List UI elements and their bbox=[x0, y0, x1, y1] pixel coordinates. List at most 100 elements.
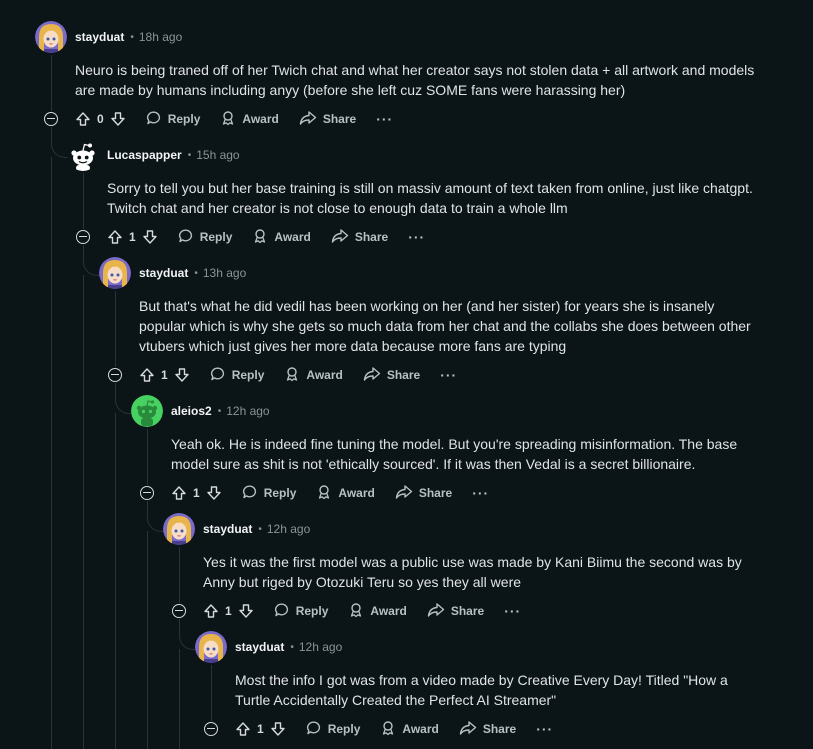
reply-icon bbox=[146, 110, 168, 129]
username[interactable]: stayduat bbox=[235, 640, 284, 654]
more-options-button[interactable]: ··· bbox=[472, 485, 489, 501]
vote-group: 0 bbox=[75, 111, 126, 127]
reddit-snoo-avatar[interactable] bbox=[67, 139, 99, 171]
share-button[interactable]: Share bbox=[331, 228, 388, 247]
collapse-thread-button[interactable] bbox=[44, 112, 58, 126]
upvote-icon[interactable] bbox=[139, 367, 155, 383]
more-options-button[interactable]: ··· bbox=[504, 603, 521, 619]
reply-button[interactable]: Reply bbox=[146, 110, 201, 129]
anime-avatar[interactable] bbox=[195, 631, 227, 663]
anime-avatar[interactable] bbox=[35, 21, 67, 53]
reply-label: Reply bbox=[167, 112, 201, 126]
upvote-icon[interactable] bbox=[235, 721, 251, 737]
upvote-icon[interactable] bbox=[203, 603, 219, 619]
share-label: Share bbox=[386, 368, 421, 382]
comment-meta: stayduat • 12h ago bbox=[235, 637, 342, 657]
collapse-thread-button[interactable] bbox=[108, 368, 122, 382]
collapse-thread-button[interactable] bbox=[204, 722, 218, 736]
downvote-icon[interactable] bbox=[174, 367, 190, 383]
collapse-thread-button[interactable] bbox=[172, 604, 186, 618]
collapse-thread-button[interactable] bbox=[76, 230, 90, 244]
vote-count: 1 bbox=[193, 486, 200, 500]
share-button[interactable]: Share bbox=[427, 602, 484, 621]
share-button[interactable]: Share bbox=[395, 484, 452, 503]
comment-actions: 1 Reply Award Share ··· bbox=[107, 225, 425, 249]
reply-button[interactable]: Reply bbox=[242, 484, 296, 503]
thread-connector bbox=[83, 173, 84, 229]
vote-group: 1 bbox=[203, 603, 254, 619]
downvote-icon[interactable] bbox=[238, 603, 254, 619]
downvote-icon[interactable] bbox=[270, 721, 286, 737]
comment-line: Twitch chat and her creator is not close… bbox=[107, 200, 568, 216]
more-options-button[interactable]: ··· bbox=[536, 721, 553, 737]
award-button[interactable]: Award bbox=[316, 484, 375, 503]
thread-curve bbox=[147, 511, 164, 532]
more-options-button[interactable]: ··· bbox=[440, 367, 457, 383]
thread-curve bbox=[51, 137, 68, 158]
separator-dot: • bbox=[258, 523, 262, 535]
username[interactable]: aleios2 bbox=[171, 404, 212, 418]
award-button[interactable]: Award bbox=[348, 602, 407, 621]
comment-body: But that's what he did vedil has been wo… bbox=[139, 296, 751, 356]
vote-count: 1 bbox=[161, 368, 168, 382]
comment-meta: Lucaspapper • 15h ago bbox=[107, 145, 240, 165]
award-label: Award bbox=[402, 722, 439, 736]
thread-connector bbox=[211, 665, 212, 721]
thread-curve bbox=[179, 629, 196, 650]
downvote-icon[interactable] bbox=[142, 229, 158, 245]
comment-body: Most the info I got was from a video mad… bbox=[235, 670, 728, 710]
upvote-icon[interactable] bbox=[171, 485, 187, 501]
award-icon bbox=[348, 602, 370, 621]
ancestor-thread-line bbox=[147, 531, 148, 749]
separator-dot: • bbox=[290, 641, 294, 653]
timestamp[interactable]: 12h ago bbox=[226, 404, 269, 418]
more-options-button[interactable]: ··· bbox=[376, 111, 393, 127]
comment-body: Yes it was the first model was a public … bbox=[203, 552, 742, 592]
timestamp[interactable]: 15h ago bbox=[196, 148, 239, 162]
comment-line: Anny but riged by Otozuki Teru so yes th… bbox=[203, 574, 522, 590]
vote-count: 1 bbox=[225, 604, 232, 618]
reply-button[interactable]: Reply bbox=[210, 366, 265, 385]
share-icon bbox=[363, 366, 387, 385]
share-label: Share bbox=[418, 486, 453, 500]
timestamp[interactable]: 12h ago bbox=[267, 522, 310, 536]
award-button[interactable]: Award bbox=[284, 366, 343, 385]
anime-avatar[interactable] bbox=[163, 513, 195, 545]
comment-line: model sure as shit is not 'ethically sou… bbox=[171, 456, 696, 472]
upvote-icon[interactable] bbox=[75, 111, 91, 127]
award-button[interactable]: Award bbox=[220, 110, 279, 129]
award-button[interactable]: Award bbox=[252, 228, 311, 247]
award-label: Award bbox=[274, 230, 311, 244]
reply-icon bbox=[242, 484, 264, 503]
share-icon bbox=[427, 602, 451, 621]
downvote-icon[interactable] bbox=[206, 485, 222, 501]
share-button[interactable]: Share bbox=[363, 366, 420, 385]
comment-actions: 0 Reply Award Share ··· bbox=[75, 107, 393, 131]
share-icon bbox=[331, 228, 355, 247]
anime-avatar[interactable] bbox=[99, 257, 131, 289]
username[interactable]: stayduat bbox=[139, 266, 188, 280]
share-button[interactable]: Share bbox=[459, 720, 516, 739]
more-options-button[interactable]: ··· bbox=[408, 229, 425, 245]
reply-label: Reply bbox=[231, 368, 265, 382]
green-snoo-avatar[interactable] bbox=[131, 395, 163, 427]
award-button[interactable]: Award bbox=[380, 720, 439, 739]
downvote-icon[interactable] bbox=[110, 111, 126, 127]
thread-connector bbox=[179, 547, 180, 603]
ancestor-thread-line bbox=[83, 275, 84, 749]
upvote-icon[interactable] bbox=[107, 229, 123, 245]
reply-button[interactable]: Reply bbox=[178, 228, 232, 247]
thread-curve bbox=[115, 393, 132, 414]
username[interactable]: stayduat bbox=[203, 522, 252, 536]
username[interactable]: Lucaspapper bbox=[107, 148, 182, 162]
comment-line: Neuro is being traned off of her Twich c… bbox=[75, 62, 755, 78]
username[interactable]: stayduat bbox=[75, 30, 124, 44]
timestamp[interactable]: 18h ago bbox=[139, 30, 182, 44]
reply-button[interactable]: Reply bbox=[274, 602, 328, 621]
share-button[interactable]: Share bbox=[299, 110, 356, 129]
reply-button[interactable]: Reply bbox=[306, 720, 360, 739]
timestamp[interactable]: 13h ago bbox=[203, 266, 246, 280]
timestamp[interactable]: 12h ago bbox=[299, 640, 342, 654]
collapse-thread-button[interactable] bbox=[140, 486, 154, 500]
award-icon bbox=[220, 110, 242, 129]
